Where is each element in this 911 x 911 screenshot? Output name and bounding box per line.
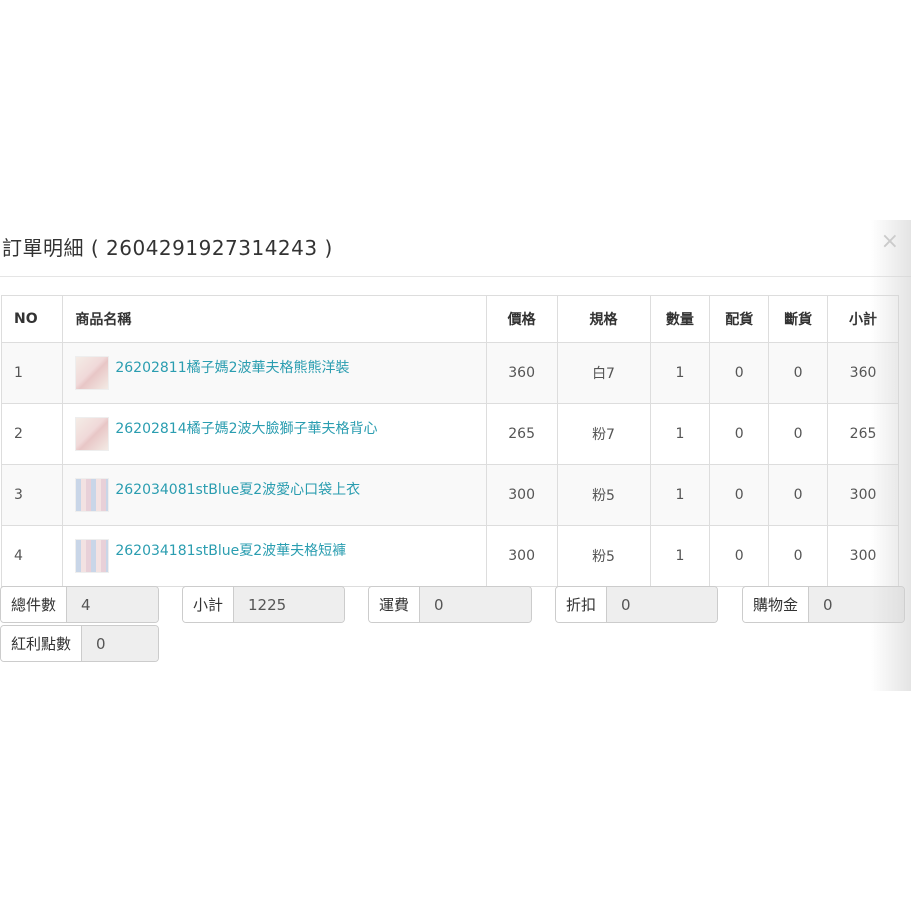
modal-header: 訂單明細 ( 2604291927314243 ) × <box>0 220 911 277</box>
shopping-credit-group: 購物金 0 <box>742 586 905 623</box>
order-detail-modal: 訂單明細 ( 2604291927314243 ) × NO 商品名稱 價格 規… <box>0 220 911 691</box>
cell-out: 0 <box>768 403 829 465</box>
product-link[interactable]: 26202814橘子媽2波大臉獅子華夫格背心 <box>115 418 377 438</box>
cell-qty: 1 <box>649 342 711 404</box>
col-header-qty: 數量 <box>649 295 711 343</box>
cell-alloc: 0 <box>709 525 770 587</box>
cell-out: 0 <box>768 525 829 587</box>
cell-price: 300 <box>485 525 558 587</box>
discount-group: 折扣 0 <box>555 586 718 623</box>
total-items-field: 4 <box>67 587 158 622</box>
shipping-field: 0 <box>420 587 531 622</box>
col-header-subtotal: 小計 <box>827 295 899 343</box>
total-items-group: 總件數 4 <box>0 586 159 623</box>
cell-spec: 粉5 <box>556 464 651 526</box>
cell-price: 360 <box>485 342 558 404</box>
product-thumbnail-image[interactable] <box>75 478 110 512</box>
discount-label: 折扣 <box>556 587 608 622</box>
cell-subtotal: 265 <box>827 403 899 465</box>
cell-no: 3 <box>0 464 64 526</box>
cell-name: 26202811橘子媽2波華夫格熊熊洋裝 <box>62 342 487 404</box>
cell-name: 26202814橘子媽2波大臉獅子華夫格背心 <box>62 403 487 465</box>
subtotal-label: 小計 <box>183 587 235 622</box>
cell-price: 265 <box>485 403 558 465</box>
bonus-points-field: 0 <box>82 626 158 661</box>
discount-field: 0 <box>607 587 717 622</box>
product-link[interactable]: 262034181stBlue夏2波華夫格短褲 <box>115 540 346 560</box>
col-header-out: 斷貨 <box>768 295 829 343</box>
table-row: 3 262034081stBlue夏2波愛心口袋上衣 300 粉5 1 0 0 … <box>0 464 899 526</box>
cell-qty: 1 <box>649 403 711 465</box>
subtotal-field: 1225 <box>234 587 344 622</box>
cell-alloc: 0 <box>709 464 770 526</box>
product-thumbnail-image[interactable] <box>75 539 110 573</box>
product-link[interactable]: 26202811橘子媽2波華夫格熊熊洋裝 <box>115 357 349 377</box>
col-header-price: 價格 <box>485 295 558 343</box>
cell-spec: 粉7 <box>556 403 651 465</box>
shopping-credit-field: 0 <box>809 587 904 622</box>
shopping-credit-label: 購物金 <box>743 587 810 622</box>
table-row: 1 26202811橘子媽2波華夫格熊熊洋裝 360 白7 1 0 0 360 <box>0 342 899 404</box>
col-header-name: 商品名稱 <box>62 295 487 343</box>
table-row: 4 262034181stBlue夏2波華夫格短褲 300 粉5 1 0 0 3… <box>0 525 899 587</box>
cell-no: 2 <box>0 403 64 465</box>
cell-alloc: 0 <box>709 342 770 404</box>
cell-subtotal: 300 <box>827 525 899 587</box>
cell-out: 0 <box>768 464 829 526</box>
total-items-label: 總件數 <box>1 587 68 622</box>
table-header-row: NO 商品名稱 價格 規格 數量 配貨 斷貨 小計 <box>0 295 899 343</box>
cell-qty: 1 <box>649 464 711 526</box>
product-link[interactable]: 262034081stBlue夏2波愛心口袋上衣 <box>115 479 360 499</box>
cell-price: 300 <box>485 464 558 526</box>
order-items-table: NO 商品名稱 價格 規格 數量 配貨 斷貨 小計 1 26202811橘子媽2… <box>0 295 899 587</box>
cell-name: 262034181stBlue夏2波華夫格短褲 <box>62 525 487 587</box>
cell-qty: 1 <box>649 525 711 587</box>
modal-title: 訂單明細 ( 2604291927314243 ) <box>2 236 333 260</box>
shipping-label: 運費 <box>369 587 421 622</box>
cell-no: 1 <box>0 342 64 404</box>
cell-subtotal: 300 <box>827 464 899 526</box>
close-icon[interactable]: × <box>881 230 899 254</box>
product-thumbnail-image[interactable] <box>75 417 110 451</box>
col-header-no: NO <box>0 295 64 343</box>
col-header-alloc: 配貨 <box>709 295 770 343</box>
bonus-points-group: 紅利點數 0 <box>0 625 159 662</box>
cell-no: 4 <box>0 525 64 587</box>
cell-alloc: 0 <box>709 403 770 465</box>
shipping-group: 運費 0 <box>368 586 532 623</box>
cell-subtotal: 360 <box>827 342 899 404</box>
cell-spec: 粉5 <box>556 525 651 587</box>
cell-out: 0 <box>768 342 829 404</box>
product-thumbnail-image[interactable] <box>75 356 110 390</box>
bonus-points-label: 紅利點數 <box>1 626 83 661</box>
table-row: 2 26202814橘子媽2波大臉獅子華夫格背心 265 粉7 1 0 0 26… <box>0 403 899 465</box>
col-header-spec: 規格 <box>556 295 651 343</box>
subtotal-group: 小計 1225 <box>182 586 345 623</box>
cell-name: 262034081stBlue夏2波愛心口袋上衣 <box>62 464 487 526</box>
cell-spec: 白7 <box>556 342 651 404</box>
